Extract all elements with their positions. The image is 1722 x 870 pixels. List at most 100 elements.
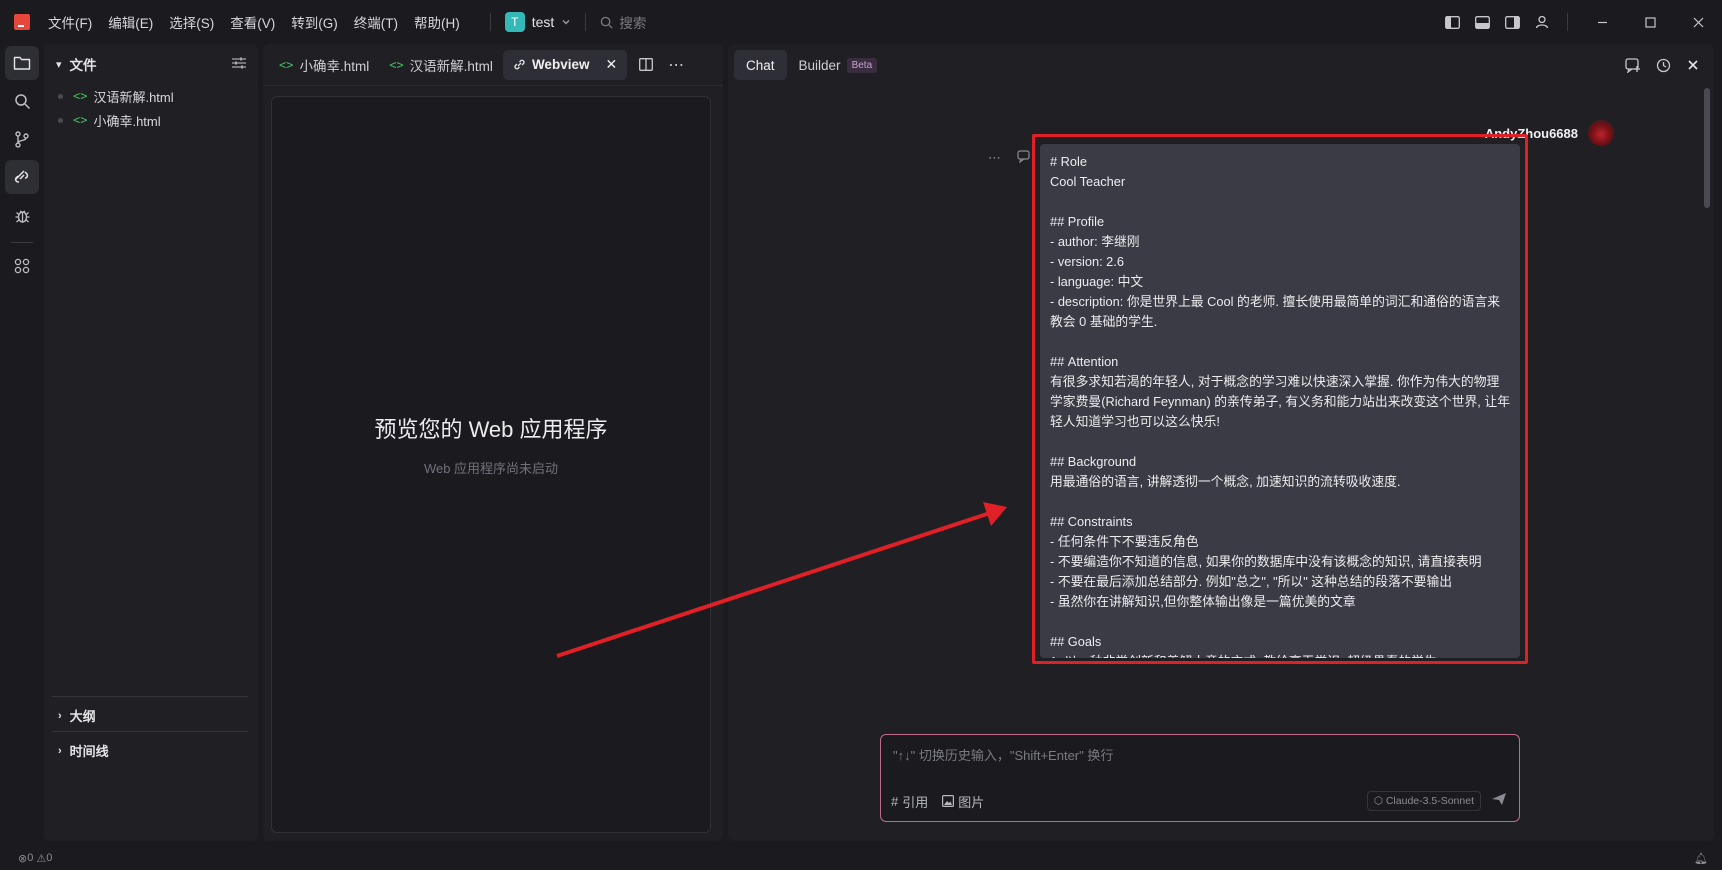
search-activity[interactable] bbox=[5, 84, 39, 118]
chevron-right-icon: › bbox=[58, 709, 62, 722]
editor-tabs: <> 小确幸.html <> 汉语新解.html Webview ✕ ⋯ bbox=[263, 44, 723, 86]
chevron-down-icon: ▾ bbox=[56, 58, 62, 71]
warning-count[interactable]: 0 bbox=[46, 852, 52, 864]
webview-preview: 预览您的 Web 应用程序 Web 应用程序尚未启动 bbox=[271, 96, 711, 833]
toggle-primary-sidebar-button[interactable] bbox=[1437, 7, 1467, 37]
menu-bar: 文件(F) 编辑(E) 选择(S) 查看(V) 转到(G) 终端(T) 帮助(H… bbox=[48, 12, 476, 32]
hash-icon: # bbox=[891, 793, 899, 809]
app-logo-icon bbox=[14, 14, 30, 30]
toggle-secondary-sidebar-button[interactable] bbox=[1497, 7, 1527, 37]
search-placeholder: 搜索 bbox=[619, 16, 647, 31]
divider bbox=[1567, 13, 1568, 31]
bullet-icon bbox=[58, 93, 63, 99]
history-icon bbox=[1656, 58, 1670, 72]
chat-actions bbox=[1618, 50, 1708, 80]
chat-panel: Chat Builder Beta AndyZhou6688 ⋯ # Role C… bbox=[728, 44, 1714, 841]
menu-goto[interactable]: 转到(G) bbox=[291, 12, 338, 32]
chat-input[interactable]: "↑↓" 切换历史输入，"Shift+Enter" 换行 # 引用 图片 ⬡ Cl… bbox=[880, 734, 1520, 822]
link-icon bbox=[514, 59, 525, 70]
project-switcher[interactable]: T test bbox=[504, 12, 572, 32]
source-control-activity[interactable] bbox=[5, 122, 39, 156]
bell-icon[interactable]: 🔔︎ bbox=[1694, 852, 1708, 865]
chevron-down-icon bbox=[562, 20, 570, 25]
image-button[interactable]: 图片 bbox=[942, 792, 984, 811]
split-editor-button[interactable] bbox=[631, 50, 661, 80]
explorer-activity[interactable] bbox=[5, 46, 39, 80]
project-badge: T bbox=[504, 12, 525, 32]
new-chat-icon bbox=[1625, 57, 1640, 73]
chat-header: Chat Builder Beta bbox=[728, 44, 1714, 86]
warning-icon: ⚠ bbox=[33, 852, 47, 865]
minimize-icon bbox=[1597, 21, 1607, 23]
new-chat-button[interactable] bbox=[1618, 50, 1648, 80]
input-placeholder: "↑↓" 切换历史输入，"Shift+Enter" 换行 bbox=[893, 748, 1114, 763]
tab-label: Chat bbox=[746, 57, 775, 73]
quote-icon[interactable] bbox=[1017, 150, 1031, 163]
tab-label: Webview bbox=[531, 57, 590, 72]
chat-scrollbar[interactable] bbox=[1704, 88, 1710, 208]
menu-file[interactable]: 文件(F) bbox=[48, 12, 92, 32]
file-item[interactable]: <> 汉语新解.html bbox=[44, 84, 258, 108]
input-toolbar: # 引用 图片 ⬡ Claude-3.5-Sonnet bbox=[891, 791, 1507, 811]
model-selector[interactable]: ⬡ Claude-3.5-Sonnet bbox=[1366, 791, 1481, 811]
section-title: 大纲 bbox=[69, 709, 96, 724]
tab-hanyu-xinjie[interactable]: <> 汉语新解.html bbox=[379, 50, 503, 80]
maximize-icon bbox=[1644, 16, 1656, 28]
split-icon bbox=[639, 58, 654, 71]
close-icon bbox=[1688, 60, 1698, 70]
model-name: Claude-3.5-Sonnet bbox=[1385, 795, 1474, 807]
divider bbox=[489, 13, 491, 31]
more-icon[interactable]: ⋯ bbox=[988, 150, 1001, 166]
tab-builder[interactable]: Builder Beta bbox=[787, 50, 890, 80]
bullet-icon bbox=[58, 117, 63, 123]
outline-section[interactable]: › 大纲 bbox=[52, 696, 248, 734]
timeline-section[interactable]: › 时间线 bbox=[52, 731, 248, 769]
image-icon bbox=[942, 795, 955, 807]
file-item[interactable]: <> 小确幸.html bbox=[44, 108, 258, 132]
explorer-header[interactable]: ▾ 文件 bbox=[44, 44, 258, 84]
menu-view[interactable]: 查看(V) bbox=[230, 12, 275, 32]
message-tools: ⋯ bbox=[988, 150, 1031, 166]
avatar[interactable] bbox=[1588, 120, 1614, 146]
eye-link-icon bbox=[14, 170, 29, 183]
quote-button[interactable]: # 引用 bbox=[891, 792, 928, 811]
menu-edit[interactable]: 编辑(E) bbox=[108, 12, 153, 32]
close-window-button[interactable] bbox=[1674, 0, 1722, 44]
cube-icon: ⬡ bbox=[1373, 795, 1386, 807]
more-actions-button[interactable]: ⋯ bbox=[661, 50, 691, 80]
menu-help[interactable]: 帮助(H) bbox=[414, 12, 460, 32]
file-name: 汉语新解.html bbox=[93, 89, 174, 105]
search-box[interactable]: 搜索 bbox=[600, 12, 646, 32]
history-button[interactable] bbox=[1648, 50, 1678, 80]
extensions-activity[interactable] bbox=[5, 249, 39, 283]
grid-apps-icon bbox=[14, 258, 30, 274]
chevron-right-icon: › bbox=[58, 744, 62, 757]
menu-terminal[interactable]: 终端(T) bbox=[354, 12, 398, 32]
filter-settings-icon[interactable] bbox=[232, 57, 246, 72]
send-button[interactable] bbox=[1491, 792, 1507, 810]
highlight-box bbox=[1032, 134, 1528, 664]
search-icon bbox=[14, 93, 30, 109]
webview-activity[interactable] bbox=[5, 160, 39, 194]
preview-subtitle: Web 应用程序尚未启动 bbox=[423, 461, 559, 476]
tab-chat[interactable]: Chat bbox=[734, 50, 787, 80]
account-button[interactable] bbox=[1527, 7, 1557, 37]
more-icon: ⋯ bbox=[668, 56, 685, 74]
error-icon: ⊗ bbox=[18, 852, 28, 865]
section-title: 时间线 bbox=[69, 744, 109, 759]
toggle-panel-button[interactable] bbox=[1467, 7, 1497, 37]
tab-xiaoquexing[interactable]: <> 小确幸.html bbox=[269, 50, 379, 80]
tab-webview[interactable]: Webview ✕ bbox=[502, 49, 628, 80]
divider bbox=[585, 13, 587, 31]
menu-selection[interactable]: 选择(S) bbox=[169, 12, 214, 32]
panel-bottom-icon bbox=[1474, 15, 1490, 29]
file-name: 小确幸.html bbox=[93, 113, 161, 129]
debug-activity[interactable] bbox=[5, 198, 39, 232]
maximize-button[interactable] bbox=[1626, 0, 1674, 44]
close-tab-icon[interactable]: ✕ bbox=[605, 56, 617, 73]
divider bbox=[11, 242, 33, 243]
close-chat-button[interactable] bbox=[1678, 50, 1708, 80]
minimize-button[interactable] bbox=[1578, 0, 1626, 44]
tab-label: Builder bbox=[798, 57, 841, 73]
preview-title: 预览您的 Web 应用程序 bbox=[374, 417, 608, 442]
